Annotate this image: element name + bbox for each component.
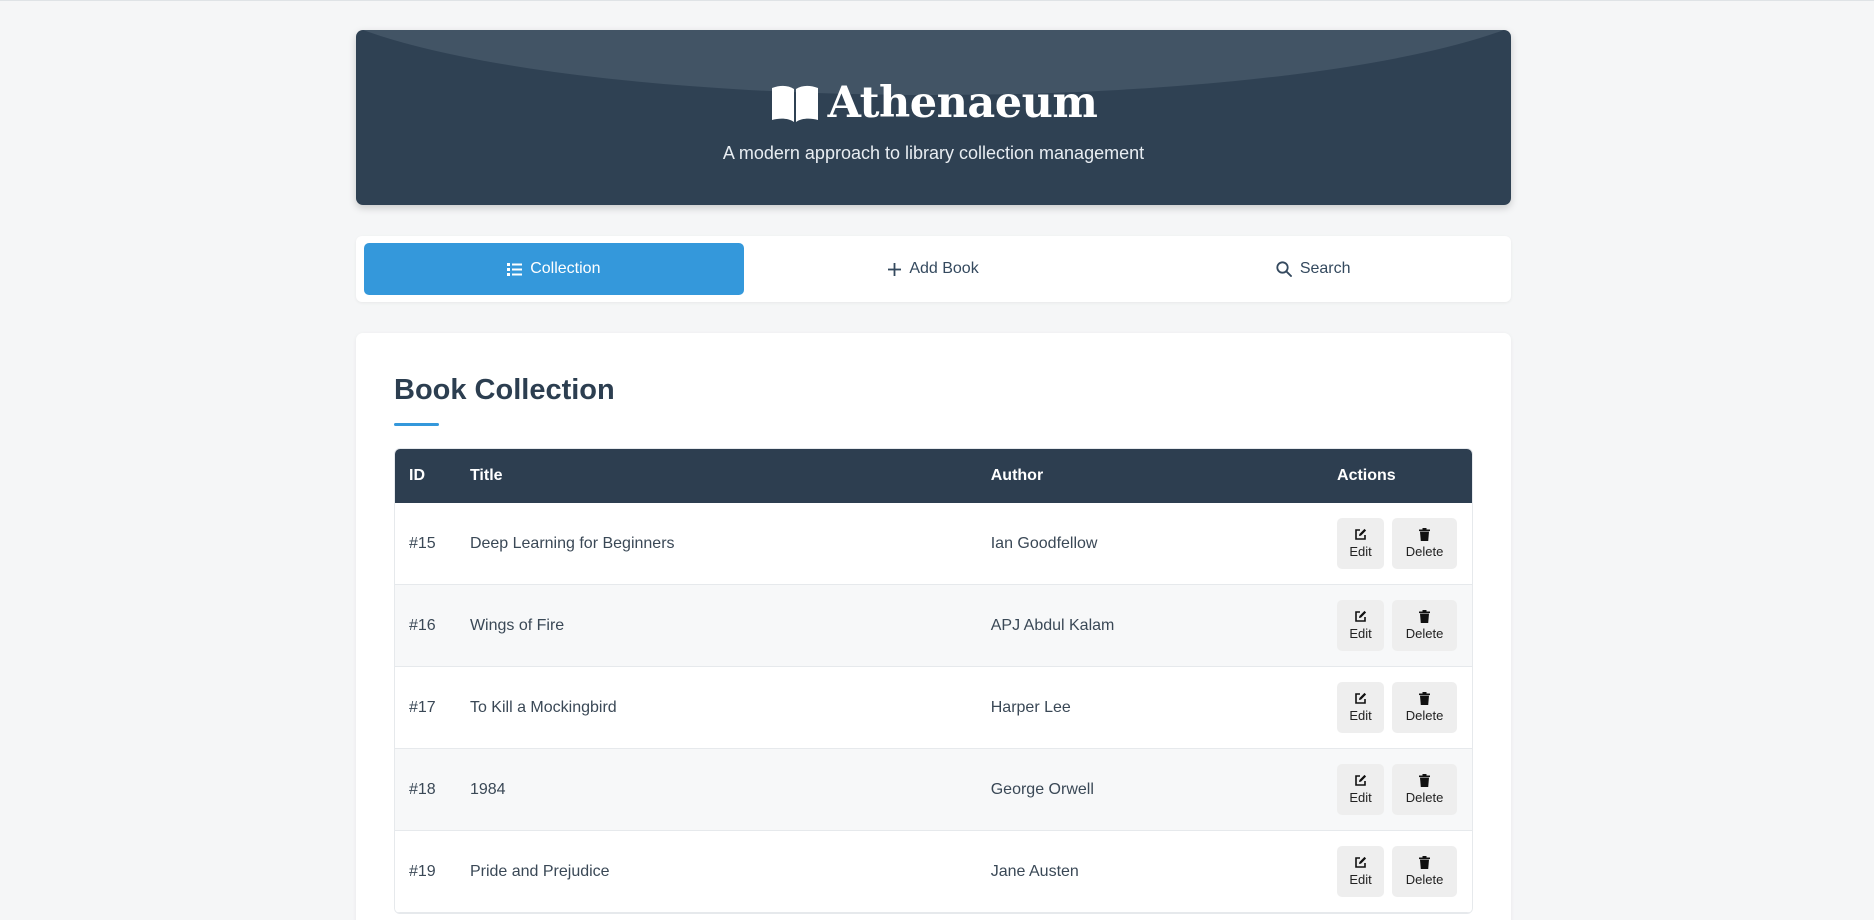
tab-label: Collection: [530, 260, 601, 277]
open-book-icon: [770, 83, 820, 123]
tab-label: Search: [1299, 260, 1351, 277]
trash-icon: [1419, 692, 1431, 708]
table-header-row: ID Title Author Actions: [395, 449, 1472, 503]
search-icon: [1276, 261, 1292, 277]
book-id: #16: [395, 585, 456, 667]
delete-button[interactable]: Delete: [1392, 600, 1458, 651]
tagline: A modern approach to library collection …: [722, 143, 1145, 163]
app-header: Athenaeum A modern approach to library c…: [356, 30, 1511, 205]
delete-label: Delete: [1405, 790, 1444, 805]
row-actions: Edit Delete: [1323, 503, 1472, 585]
table-row: #15 Deep Learning for Beginners Ian Good…: [395, 503, 1472, 585]
plus-icon: [888, 262, 902, 276]
list-icon: [507, 262, 523, 276]
row-actions: Edit Delete: [1323, 749, 1472, 831]
book-author: APJ Abdul Kalam: [976, 585, 1324, 667]
title-underline: [394, 423, 439, 426]
top-border: [0, 0, 1874, 1]
table-row: #19 Pride and Prejudice Jane Austen Edit: [395, 831, 1472, 913]
edit-button[interactable]: Edit: [1337, 764, 1385, 815]
book-author: Ian Goodfellow: [976, 503, 1324, 585]
book-table: ID Title Author Actions #15 Deep Learnin…: [394, 448, 1473, 914]
column-header-title: Title: [469, 467, 503, 484]
table-row: #18 1984 George Orwell Edit Delete: [395, 749, 1472, 831]
book-id: #18: [395, 749, 456, 831]
collection-card: Book Collection ID Title Author Actions …: [356, 333, 1511, 920]
book-author: Jane Austen: [976, 831, 1324, 913]
edit-icon: [1354, 856, 1367, 872]
edit-label: Edit: [1349, 626, 1372, 641]
trash-icon: [1419, 528, 1431, 544]
brand: Athenaeum: [356, 78, 1511, 128]
book-title: Deep Learning for Beginners: [455, 503, 977, 585]
delete-button[interactable]: Delete: [1392, 518, 1458, 569]
book-author: George Orwell: [976, 749, 1324, 831]
edit-icon: [1354, 692, 1367, 708]
book-title: Pride and Prejudice: [455, 831, 977, 913]
edit-icon: [1354, 774, 1367, 790]
tab-search[interactable]: Search: [1123, 243, 1503, 295]
delete-button[interactable]: Delete: [1392, 764, 1458, 815]
tab-collection[interactable]: Collection: [364, 243, 744, 295]
page-title: Book Collection: [394, 374, 615, 406]
row-actions: Edit Delete: [1323, 585, 1472, 667]
row-actions: Edit Delete: [1323, 831, 1472, 913]
trash-icon: [1419, 774, 1431, 790]
book-title: Wings of Fire: [455, 585, 977, 667]
brand-name: Athenaeum: [827, 78, 1098, 128]
table-row: #16 Wings of Fire APJ Abdul Kalam Edit D…: [395, 585, 1472, 667]
edit-button[interactable]: Edit: [1337, 600, 1385, 651]
book-title: 1984: [455, 749, 977, 831]
delete-label: Delete: [1405, 708, 1444, 723]
book-id: #19: [395, 831, 456, 913]
tab-add-book[interactable]: Add Book: [744, 243, 1124, 295]
edit-button[interactable]: Edit: [1337, 682, 1385, 733]
edit-label: Edit: [1349, 790, 1372, 805]
column-header-actions: Actions: [1337, 467, 1396, 484]
trash-icon: [1419, 856, 1431, 872]
delete-label: Delete: [1405, 626, 1444, 641]
delete-button[interactable]: Delete: [1392, 682, 1458, 733]
column-header-author: Author: [990, 467, 1044, 484]
edit-button[interactable]: Edit: [1337, 518, 1385, 569]
book-title: To Kill a Mockingbird: [455, 667, 977, 749]
book-id: #15: [395, 503, 456, 585]
edit-label: Edit: [1349, 708, 1372, 723]
table-row: #17 To Kill a Mockingbird Harper Lee Edi…: [395, 667, 1472, 749]
edit-label: Edit: [1349, 544, 1372, 559]
column-header-id: ID: [409, 467, 425, 484]
main-nav: Collection Add Book Search: [356, 236, 1511, 302]
delete-button[interactable]: Delete: [1392, 846, 1458, 897]
edit-button[interactable]: Edit: [1337, 846, 1385, 897]
book-author: Harper Lee: [976, 667, 1324, 749]
edit-label: Edit: [1349, 872, 1372, 887]
app-container: Athenaeum A modern approach to library c…: [356, 30, 1511, 920]
edit-icon: [1354, 610, 1367, 626]
row-actions: Edit Delete: [1323, 667, 1472, 749]
delete-label: Delete: [1405, 544, 1444, 559]
tab-label: Add Book: [909, 260, 979, 277]
delete-label: Delete: [1405, 872, 1444, 887]
edit-icon: [1354, 528, 1367, 544]
book-id: #17: [395, 667, 456, 749]
trash-icon: [1419, 610, 1431, 626]
